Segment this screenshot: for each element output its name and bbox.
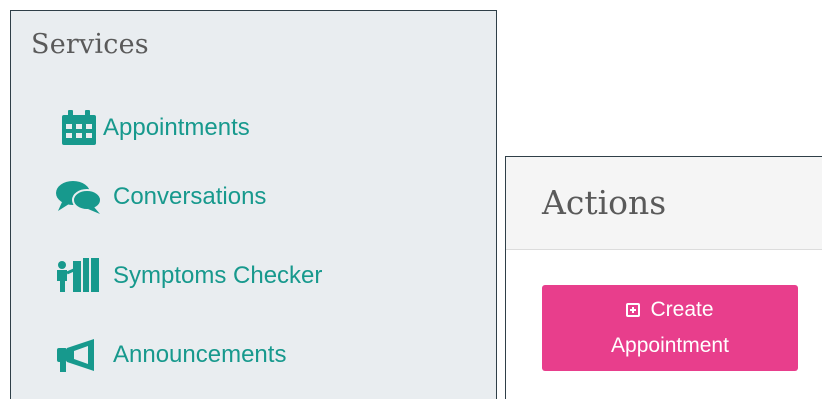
create-button-line1: Create — [626, 292, 714, 328]
megaphone-icon — [53, 335, 105, 375]
calendar-icon — [53, 108, 105, 148]
comments-icon — [53, 177, 105, 217]
person-chart-icon — [53, 256, 105, 296]
service-label-announcements: Announcements — [113, 341, 287, 368]
service-item-appointments[interactable]: Appointments — [53, 108, 250, 148]
actions-title: Actions — [542, 183, 667, 222]
create-button-label-line2: Appointment — [611, 334, 729, 357]
actions-panel: Actions Create Appointment — [505, 156, 822, 399]
services-panel: Services Appointments Conversations Symp… — [10, 10, 497, 399]
actions-header: Actions — [506, 157, 822, 250]
plus-square-icon — [626, 303, 641, 317]
service-item-conversations[interactable]: Conversations — [53, 177, 266, 217]
service-item-announcements[interactable]: Announcements — [53, 335, 286, 375]
services-title: Services — [31, 29, 149, 60]
service-label-appointments: Appointments — [103, 114, 250, 141]
create-appointment-button[interactable]: Create Appointment — [542, 285, 798, 371]
create-button-label-line1: Create — [650, 298, 714, 321]
service-label-symptoms-checker: Symptoms Checker — [113, 262, 323, 289]
service-item-symptoms-checker[interactable]: Symptoms Checker — [53, 256, 322, 296]
page-canvas: Services Appointments Conversations Symp… — [0, 0, 822, 399]
service-label-conversations: Conversations — [113, 183, 267, 210]
